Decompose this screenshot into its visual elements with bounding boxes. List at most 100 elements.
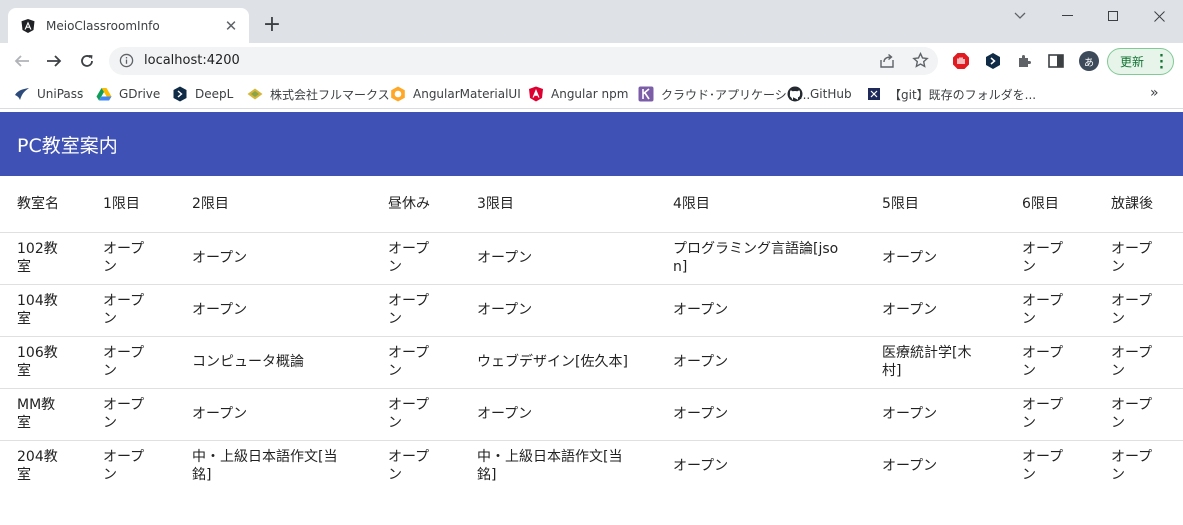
table-cell: オープン <box>1094 284 1183 337</box>
header-cell-period-3: 3限目 <box>460 176 656 233</box>
browser-toolbar: localhost:4200 あ 更新 · · · <box>0 43 1183 79</box>
more-bookmarks-icon[interactable]: » <box>1150 85 1159 101</box>
header-cell-period-2: 2限目 <box>175 176 371 233</box>
header-cell-period-1: 1限目 <box>86 176 175 233</box>
bookmark-item[interactable]: クラウド･アプリケーショ... <box>638 85 810 103</box>
header-cell-lunch: 昼休み <box>371 176 460 233</box>
profile-avatar[interactable]: あ <box>1079 51 1099 71</box>
table-row: 102教室 オープン オープン オープン オープン プログラミング言語論[jso… <box>0 232 1183 285</box>
deepl-icon <box>172 86 188 102</box>
header-cell-period-4: 4限目 <box>656 176 865 233</box>
forward-icon[interactable] <box>41 48 67 74</box>
bookmark-item[interactable]: DeepL <box>172 85 233 103</box>
header-cell-room: 教室名 <box>0 176 86 233</box>
unipass-icon <box>14 86 30 102</box>
table-cell: オープン <box>1094 336 1183 389</box>
table-cell: オープン <box>865 388 1005 441</box>
table-cell: オープン <box>1094 388 1183 441</box>
header-cell-after-school: 放課後 <box>1094 176 1183 233</box>
table-cell: 中・上級日本語作文[当銘] <box>477 449 623 484</box>
google-drive-icon <box>96 86 112 102</box>
browser-tab[interactable]: MeioClassroomInfo ✕ <box>8 8 249 43</box>
header-cell-period-5: 5限目 <box>865 176 1005 233</box>
table-cell: プログラミング言語論[json] <box>656 232 865 285</box>
table-header-row: 教室名 1限目 2限目 昼休み 3限目 4限目 5限目 6限目 放課後 <box>0 176 1183 233</box>
side-panel-icon[interactable] <box>1047 52 1065 70</box>
angular-material-icon <box>390 86 406 102</box>
cloud-app-icon <box>638 86 654 102</box>
site-info-icon[interactable] <box>119 53 134 68</box>
table-cell: オープン <box>656 336 865 389</box>
bookmark-item[interactable]: Angular npm <box>528 85 628 103</box>
tab-search-icon[interactable] <box>997 5 1043 27</box>
bookmark-star-icon[interactable] <box>912 52 929 69</box>
update-button-label: 更新 <box>1120 55 1145 69</box>
table-row: MM教室 オープン オープン オープン オープン オープン オープン オープン … <box>0 388 1183 441</box>
table-cell: オープン <box>865 232 1005 285</box>
table-cell: オープン <box>1094 232 1183 285</box>
maximize-icon[interactable] <box>1090 5 1136 27</box>
table-row: 106教室 オープン コンピュータ概論 オープン ウェブデザイン[佐久本] オー… <box>0 336 1183 389</box>
deepl-extension-icon[interactable] <box>984 52 1002 70</box>
bookmark-item[interactable]: GDrive <box>96 85 160 103</box>
page-title: PC教室案内 <box>17 134 118 157</box>
minimize-icon[interactable] <box>1044 5 1090 27</box>
table-cell: 106教室 <box>0 336 86 389</box>
schedule-table-container: 教室名 1限目 2限目 昼休み 3限目 4限目 5限目 6限目 放課後 102教… <box>0 176 1183 492</box>
table-cell: 中・上級日本語作文[当銘] <box>192 449 338 484</box>
fullmarks-icon <box>247 86 263 102</box>
table-cell: 204教室 <box>17 449 58 484</box>
table-cell: オープン <box>1005 388 1094 441</box>
table-cell: オープン <box>1005 284 1094 337</box>
table-cell: オープン <box>673 458 729 475</box>
app-toolbar: PC教室案内 <box>0 112 1183 176</box>
table-cell: オープン <box>1005 232 1094 285</box>
address-bar[interactable]: localhost:4200 <box>109 47 938 75</box>
table-cell: 102教室 <box>0 232 86 285</box>
table-cell: オープン <box>1022 449 1064 484</box>
angular-icon <box>528 86 544 102</box>
extensions-puzzle-icon[interactable] <box>1015 52 1033 70</box>
close-window-icon[interactable] <box>1136 5 1182 27</box>
table-cell: オープン <box>656 284 865 337</box>
bookmarks-bar: UniPass GDrive DeepL 株式会社フルマークス AngularM… <box>0 79 1183 109</box>
bookmark-item[interactable]: AngularMaterialUI <box>390 85 521 103</box>
close-tab-icon[interactable]: ✕ <box>223 17 239 35</box>
table-cell: オープン <box>865 284 1005 337</box>
header-cell-period-6: 6限目 <box>1005 176 1094 233</box>
share-icon[interactable] <box>879 53 895 69</box>
bookmark-item[interactable]: 株式会社フルマークス <box>247 85 390 103</box>
table-cell: オープン <box>371 284 460 337</box>
bookmark-item[interactable]: UniPass <box>14 85 83 103</box>
classroom-schedule-table: 教室名 1限目 2限目 昼休み 3限目 4限目 5限目 6限目 放課後 102教… <box>0 176 1183 492</box>
reload-icon[interactable] <box>74 48 100 74</box>
table-cell: コンピュータ概論 <box>175 336 371 389</box>
table-cell: オープン <box>371 232 460 285</box>
table-cell: ウェブデザイン[佐久本] <box>460 336 656 389</box>
table-cell: オープン <box>1111 449 1153 484</box>
bookmark-item[interactable]: 【git】既存のフォルダを... <box>866 85 1036 103</box>
table-cell: オープン <box>86 284 175 337</box>
table-cell: オープン <box>656 388 865 441</box>
menu-kebab-icon[interactable]: · · · <box>1159 50 1164 75</box>
table-cell: オープン <box>175 284 371 337</box>
update-button[interactable]: 更新 · · · <box>1107 48 1174 75</box>
table-cell: オープン <box>388 449 430 484</box>
table-cell: 104教室 <box>0 284 86 337</box>
table-cell: オープン <box>460 284 656 337</box>
bookmark-item[interactable]: GitHub <box>787 85 852 103</box>
table-cell: オープン <box>882 458 938 475</box>
back-icon[interactable] <box>9 48 35 74</box>
git-article-icon <box>866 86 882 102</box>
url-text: localhost:4200 <box>144 53 240 68</box>
table-row: 104教室 オープン オープン オープン オープン オープン オープン オープン… <box>0 284 1183 337</box>
angular-favicon-icon <box>21 18 35 33</box>
table-cell: オープン <box>86 336 175 389</box>
table-cell: オープン <box>175 232 371 285</box>
table-cell: オープン <box>371 388 460 441</box>
table-cell: オープン <box>1005 336 1094 389</box>
table-cell: オープン <box>460 232 656 285</box>
new-tab-icon[interactable]: + <box>260 13 284 37</box>
adblock-extension-icon[interactable] <box>952 52 970 70</box>
table-cell: オープン <box>86 388 175 441</box>
